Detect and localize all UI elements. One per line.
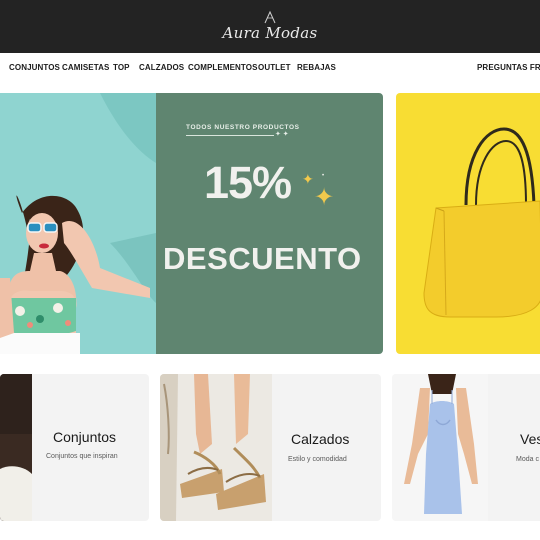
nav-item-top[interactable]: TOP [113,63,130,72]
category-title: Conjuntos [53,429,117,445]
side-banner-handbag[interactable] [396,93,540,354]
outfit-illustration [0,374,32,521]
sparkle-icon: ✦ [302,171,314,187]
category-subtitle: Estilo y comodidad [288,456,347,463]
category-subtitle: Moda c [516,456,539,463]
dress-illustration [404,374,478,514]
hero-model-photo [0,93,156,354]
logo-monogram-icon [264,10,276,24]
hero-promo-panel: TODOS NUESTRO PRODUCTOS ✦ ✦ 15% ✦ ✦ • DE… [156,93,383,354]
model-illustration [0,93,156,354]
category-card-calzados[interactable]: Calzados Estilo y comodidad [160,374,381,521]
nav-item-complementos[interactable]: COMPLEMENTOS [188,63,258,72]
sparkle-icon: • [322,173,325,179]
category-image-calzados [160,374,272,521]
sparkle-icon: ✦ ✦ [275,131,289,138]
sandals-illustration [160,374,266,521]
nav-item-rebajas[interactable]: REBAJAS [297,63,336,72]
sparkle-icon: ✦ [314,184,335,211]
hero-discount: 15% [204,157,292,208]
category-card-conjuntos[interactable]: Conjuntos Conjuntos que inspiran [0,374,149,521]
category-card-vestidos[interactable]: Ves Moda c [392,374,540,521]
category-subtitle: Conjuntos que inspiran [46,453,118,460]
category-title: Calzados [291,431,350,447]
main-nav: CONJUNTOS CAMISETAS TOP CALZADOS COMPLEM… [0,53,540,83]
nav-item-conjuntos[interactable]: CONJUNTOS [9,63,60,72]
site-header: Aura Modas [0,0,540,53]
kicker-divider [186,135,274,136]
nav-item-camisetas[interactable]: CAMISETAS [62,63,109,72]
hero-headline: DESCUENTO [163,241,362,276]
category-title: Ves [520,431,540,447]
hero-banner[interactable]: TODOS NUESTRO PRODUCTOS ✦ ✦ 15% ✦ ✦ • DE… [0,93,383,354]
category-image-conjuntos [0,374,32,521]
handbag-icon [423,127,540,318]
logo-text: Aura Modas [222,24,318,42]
nav-item-preguntas-frecuentes[interactable]: PREGUNTAS FRECU [477,63,540,72]
nav-item-outlet[interactable]: OUTLET [258,63,291,72]
nav-item-calzados[interactable]: CALZADOS [139,63,184,72]
category-image-vestidos [392,374,488,521]
site-logo[interactable]: Aura Modas [210,10,330,46]
